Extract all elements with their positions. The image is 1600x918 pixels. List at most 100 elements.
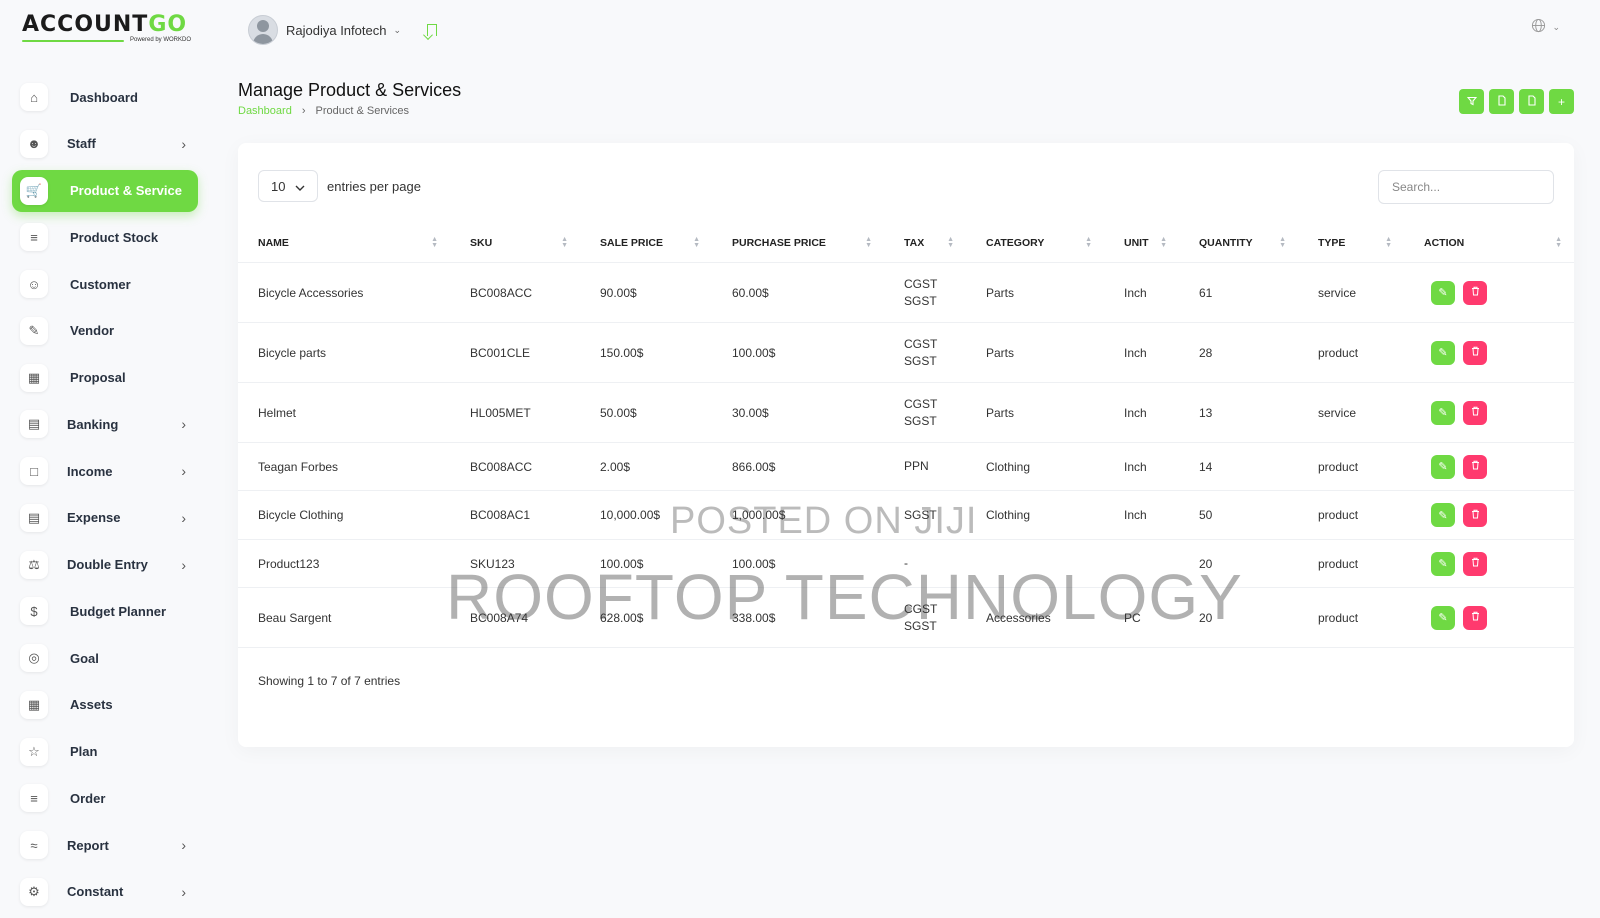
column-header-category[interactable]: CATEGORY ▲ ▼ [966,224,1104,263]
sidebar-item-expense[interactable]: ▤ Expense › [12,497,198,539]
bookmark-icon[interactable] [427,24,437,36]
sidebar-item-label: Product Stock [70,229,159,245]
import-button[interactable] [1489,89,1514,114]
edit-button[interactable]: ✎ [1431,454,1455,479]
sidebar-item-label: Vendor [70,323,115,339]
edit-button[interactable]: ✎ [1431,503,1455,527]
note-icon: ✎ [20,316,48,345]
delete-button[interactable] [1463,400,1487,425]
chevron-right-icon: › [181,883,186,900]
sidebar-item-banking[interactable]: ▤ Banking › [12,403,198,445]
home-icon: ⌂ [20,83,48,111]
cell-type: product [1298,587,1404,648]
column-header-sku[interactable]: SKU ▲ ▼ [450,224,580,263]
language-selector[interactable]: ⌄ [1531,18,1560,36]
sidebar-item-label: Product & Service [70,183,182,198]
sidebar-item-label: Expense [67,510,121,526]
chevron-down-icon[interactable]: ⌄ [393,25,401,36]
logo-powered-by: Powered by WORKDO [130,37,192,43]
avatar[interactable] [248,15,278,45]
user-name[interactable]: Rajodiya Infotech [286,23,386,38]
export-button[interactable] [1519,89,1544,114]
cell-name: Bicycle parts [238,322,450,383]
pencil-icon: ✎ [1438,509,1448,522]
sidebar-item-proposal[interactable]: ▦ Proposal [12,357,198,399]
entries-label: entries per page [327,178,421,194]
file-icon: □ [20,457,48,485]
edit-button[interactable]: ✎ [1431,340,1455,365]
column-header-name[interactable]: NAME ▲ ▼ [238,224,450,263]
chevron-right-icon: › [181,135,186,152]
sidebar-item-product-stock[interactable]: ≡ Product Stock [12,216,198,258]
column-header-label: TAX [904,237,925,249]
edit-button[interactable]: ✎ [1431,400,1455,425]
cell-category: Clothing [966,490,1104,540]
column-header-type[interactable]: TYPE ▲ ▼ [1298,224,1404,263]
sort-icon: ▲ ▼ [1160,236,1167,249]
pencil-icon: ✎ [1438,287,1448,299]
sort-icon: ▲ ▼ [1279,236,1286,249]
sidebar-item-goal[interactable]: ◎ Goal [12,637,198,679]
tax-name: CGST [904,336,938,351]
sidebar-item-plan[interactable]: ☆ Plan [12,731,198,773]
cell-quantity: 61 [1179,262,1298,323]
sidebar-item-budget-planner[interactable]: $ Budget Planner [12,590,198,632]
entries-value: 10 [271,178,286,194]
cart-stock-icon: ≡ [20,223,48,252]
table-header-row: NAME ▲ ▼ SKU ▲ ▼ SALE PRICE ▲ ▼ PURCHASE PRICE ▲ ▼ T… [238,224,1574,263]
filter-button[interactable] [1459,89,1484,114]
cell-quantity: 28 [1179,322,1298,383]
sidebar-item-order[interactable]: ≡ Order [12,777,198,819]
edit-button[interactable]: ✎ [1431,605,1455,630]
table-row: Teagan Forbes BC008ACC 2.00$ 866.00$ PPN Clot… [238,442,1574,491]
create-button[interactable]: + [1549,89,1574,114]
sidebar-item-double-entry[interactable]: ⚖ Double Entry › [12,544,198,586]
cell-purchase-price: 100.00$ [712,322,884,383]
search-input[interactable] [1378,170,1554,204]
delete-button[interactable] [1463,340,1487,365]
column-header-label: SKU [470,237,493,249]
delete-button[interactable] [1463,551,1487,576]
sidebar-item-label: Dashboard [70,89,138,105]
users-icon: ☻ [20,129,48,158]
column-header-purchase-price[interactable]: PURCHASE PRICE ▲ ▼ [712,224,884,263]
cell-category: Parts [966,322,1104,383]
sidebar-item-income[interactable]: □ Income › [12,450,198,492]
app-logo[interactable]: ACCOUNTGO Powered by WORKDO [22,12,192,46]
table-row: Helmet HL005MET 50.00$ 30.00$ CGST SGST Parts I… [238,382,1574,443]
delete-button[interactable] [1463,454,1487,479]
column-header-action[interactable]: ACTION ▲ ▼ [1404,224,1574,263]
sidebar-item-assets[interactable]: ▦ Assets [12,684,198,726]
delete-button[interactable] [1463,503,1487,527]
edit-button[interactable]: ✎ [1431,551,1455,576]
entries-per-page-select[interactable]: 10 [258,170,318,202]
column-header-quantity[interactable]: QUANTITY ▲ ▼ [1179,224,1298,263]
sidebar-item-report[interactable]: ≈ Report › [12,824,198,866]
budget-icon: $ [20,597,48,626]
sidebar-item-constant[interactable]: ⚙ Constant › [12,871,198,913]
sidebar-item-staff[interactable]: ☻ Staff › [12,123,198,165]
sidebar-item-dashboard[interactable]: ⌂ Dashboard [12,76,198,118]
tax-name: CGST [904,396,938,411]
cell-name: Teagan Forbes [238,442,450,491]
delete-button[interactable] [1463,280,1487,305]
column-header-sale-price[interactable]: SALE PRICE ▲ ▼ [580,224,712,263]
chevron-down-icon: ⌄ [1552,21,1560,32]
column-header-label: SALE PRICE [600,237,664,249]
sidebar-item-customer[interactable]: ☺ Customer [12,263,198,305]
sidebar-item-vendor[interactable]: ✎ Vendor [12,310,198,352]
sidebar-item-product-service[interactable]: 🛒 Product & Service [12,169,198,212]
top-bar: Rajodiya Infotech ⌄ [248,14,437,46]
sort-icon: ▲ ▼ [1085,236,1092,249]
edit-button[interactable]: ✎ [1431,280,1455,305]
delete-button[interactable] [1463,605,1487,630]
pencil-icon: ✎ [1438,612,1448,624]
trophy-icon: ☆ [20,737,48,766]
sidebar-item-label: Order [70,790,106,806]
cell-tax: CGST SGST [884,322,966,383]
order-cart-icon: ≡ [20,784,48,813]
column-header-tax[interactable]: TAX ▲ ▼ [884,224,966,263]
column-header-unit[interactable]: UNIT ▲ ▼ [1104,224,1179,263]
breadcrumb-dashboard-link[interactable]: Dashboard [238,105,292,117]
sort-icon: ▲ ▼ [561,236,568,249]
